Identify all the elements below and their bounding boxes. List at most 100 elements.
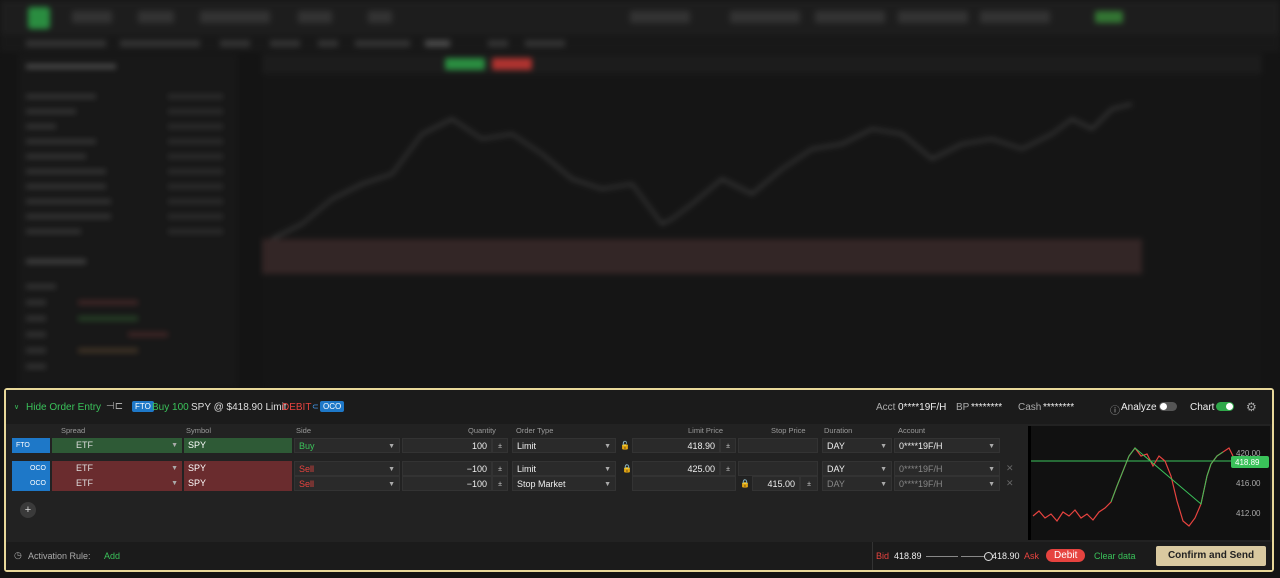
limit-price-stepper[interactable]: ± [720,438,736,453]
chevron-down-icon: ▼ [388,443,395,450]
nav-tab[interactable] [368,11,392,23]
stop-price-input[interactable]: 415.00 [752,476,800,491]
cash-label: Cash [1018,402,1042,413]
quantity-stepper[interactable]: ± [492,438,508,453]
chevron-down-icon: ▼ [388,481,395,488]
limit-price-input[interactable] [632,476,736,491]
remove-leg-icon[interactable]: ✕ [1006,461,1014,476]
sub-tab[interactable] [318,40,338,47]
limit-price-input[interactable]: 418.90 [632,438,720,453]
pin-icon[interactable]: ⊣⊏ [106,401,123,412]
limit-price-stepper[interactable]: ± [720,461,736,476]
nav-tab[interactable] [298,11,332,23]
quantity-input[interactable]: 100 [402,438,492,453]
side-select[interactable]: Sell ▼ [294,476,400,491]
lock-icon[interactable]: 🔒 [622,461,632,476]
confirm-and-send-button[interactable]: Confirm and Send [1156,546,1266,566]
chevron-down-icon: ▼ [171,442,178,449]
sub-tab[interactable] [120,40,200,47]
duration-select[interactable]: DAY ▼ [822,476,892,491]
table-row: OCO ETF ▼ SPY Sell ▼ −100 ± Limit ▼ 🔒 425.0… [10,461,1018,476]
nav-tab[interactable] [1095,11,1123,23]
chevron-down-icon: ▼ [171,465,178,472]
volume-bars [262,239,1142,274]
debit-button[interactable]: Debit [1046,549,1086,562]
spread-select[interactable]: ETF ▼ [52,461,182,476]
sub-tab[interactable] [525,40,565,47]
remove-leg-icon[interactable]: ✕ [1006,476,1014,491]
panel-row [26,94,96,99]
account-select[interactable]: 0****19F/H ▼ [894,476,1000,491]
gear-icon[interactable]: ⚙ [1246,400,1257,414]
nav-tab[interactable] [138,11,174,23]
duration-select[interactable]: DAY ▼ [822,438,892,453]
add-leg-button[interactable]: + [20,502,36,518]
symbol-input[interactable]: SPY [184,476,292,491]
fto-badge-text: FTO [132,401,154,412]
order-entry-panel: ∨ Hide Order Entry ⊣⊏ FTO Buy 100 SPY @ … [4,388,1274,572]
nav-tab[interactable] [815,11,885,23]
nav-tab[interactable] [200,11,270,23]
account-value: 0****19F/H [899,441,943,451]
order-type-select[interactable]: Stop Market ▼ [512,476,616,491]
duration-select[interactable]: DAY ▼ [822,461,892,476]
chevron-down-icon: ▼ [388,466,395,473]
sell-button[interactable] [492,58,532,70]
spread-select[interactable]: ETF ▼ [52,438,182,453]
order-type-select[interactable]: Limit ▼ [512,438,616,453]
account-value: 0****19F/H [899,479,943,489]
side-select[interactable]: Buy ▼ [294,438,400,453]
clock-icon: ◷ [14,550,22,560]
ask-label: Ask [1024,551,1040,561]
symbol-input[interactable]: SPY [184,438,292,453]
chevron-down-icon: ▼ [880,443,887,450]
side-select[interactable]: Sell ▼ [294,461,400,476]
acct-value: 0****19F/H [898,402,947,413]
sub-tab[interactable] [26,40,106,47]
sub-tab[interactable] [425,40,450,47]
account-value: 0****19F/H [899,464,943,474]
chevron-down-icon[interactable]: ∨ [14,403,19,411]
sub-tab[interactable] [220,40,250,47]
sub-tab[interactable] [270,40,300,47]
add-activation-link[interactable]: Add [104,551,120,561]
symbol-input[interactable]: SPY [184,461,292,476]
top-bar [0,0,1280,34]
nav-tab[interactable] [72,11,112,23]
spread-select[interactable]: ETF ▼ [52,476,182,491]
analyze-toggle[interactable] [1159,402,1177,411]
buy-button[interactable] [445,58,485,70]
footer-divider [872,542,873,570]
nav-tab[interactable] [730,11,800,23]
quantity-stepper[interactable]: ± [492,461,508,476]
nav-tab[interactable] [630,11,690,23]
quantity-input[interactable]: −100 [402,476,492,491]
column-headers: Spread Symbol Side Quantity Order Type L… [6,424,1016,436]
side-value: Sell [299,479,315,489]
chart-toggle[interactable] [1216,402,1234,411]
bid-label: Bid [876,551,890,561]
quantity-input[interactable]: −100 [402,461,492,476]
bp-label: BP [956,402,970,413]
account-select[interactable]: 0****19F/H ▼ [894,438,1000,453]
order-type-select[interactable]: Limit ▼ [512,461,616,476]
quantity-stepper[interactable]: ± [492,476,508,491]
clear-data-link[interactable]: Clear data [1094,551,1136,561]
stop-price-input[interactable] [738,461,818,476]
chart-label: Chart [1190,402,1215,413]
blurred-background [0,0,1280,388]
hide-order-entry-link[interactable]: Hide Order Entry [26,402,101,413]
limit-price-input[interactable]: 425.00 [632,461,720,476]
lock-icon[interactable]: 🔒 [740,476,750,491]
current-price-label: 418.89 [1235,458,1260,467]
nav-tab[interactable] [898,11,968,23]
unlock-icon[interactable]: 🔓 [620,438,630,453]
nav-tab[interactable] [980,11,1050,23]
panel-row [26,64,116,69]
sub-tab[interactable] [355,40,410,47]
account-select[interactable]: 0****19F/H ▼ [894,461,1000,476]
chevron-down-icon: ▼ [604,443,611,450]
sub-tab[interactable] [488,40,508,47]
stop-price-input[interactable] [738,438,818,453]
stop-price-stepper[interactable]: ± [800,476,818,491]
